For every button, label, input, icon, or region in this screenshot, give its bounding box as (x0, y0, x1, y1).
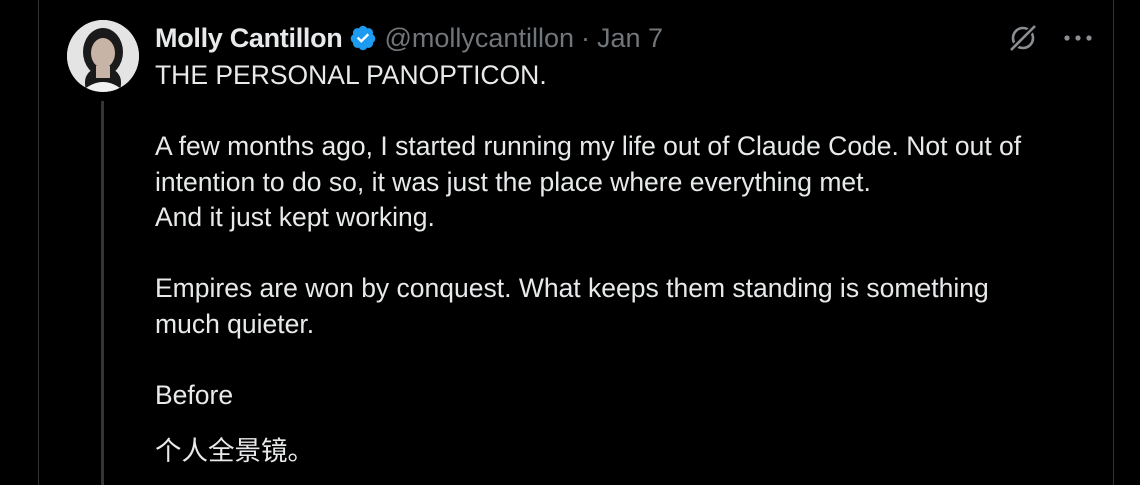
more-options-icon[interactable] (1062, 33, 1094, 43)
author-name[interactable]: Molly Cantillon (155, 23, 343, 54)
grok-icon[interactable] (1006, 21, 1040, 55)
verified-badge-icon[interactable] (349, 24, 377, 52)
tweet-text: THE PERSONAL PANOPTICON. A few months ag… (155, 58, 1085, 413)
tweet-line: Before (155, 379, 234, 410)
tweet-actions (1006, 20, 1094, 56)
tweet-line: intention to do so, it was just the plac… (155, 166, 871, 197)
tweet-line: A few months ago, I started running my l… (155, 131, 1022, 161)
tweet-line: much quieter. (155, 308, 315, 339)
avatar[interactable] (67, 20, 139, 92)
tweet-line: Empires are won by conquest. What keeps … (155, 273, 989, 303)
translated-text: 个人全景镜。 (155, 436, 314, 467)
header-separator: · (580, 22, 590, 53)
tweet-line: And it just kept working. (155, 202, 435, 232)
tweet-header: Molly Cantillon @mollycantillon · Jan 7 (155, 20, 663, 56)
tweet-date[interactable]: Jan 7 (597, 23, 663, 54)
avatar-image (67, 20, 139, 92)
author-handle[interactable]: @mollycantillon (385, 23, 574, 54)
tweet-title-line: THE PERSONAL PANOPTICON. (155, 60, 547, 90)
thread-line (101, 101, 104, 485)
